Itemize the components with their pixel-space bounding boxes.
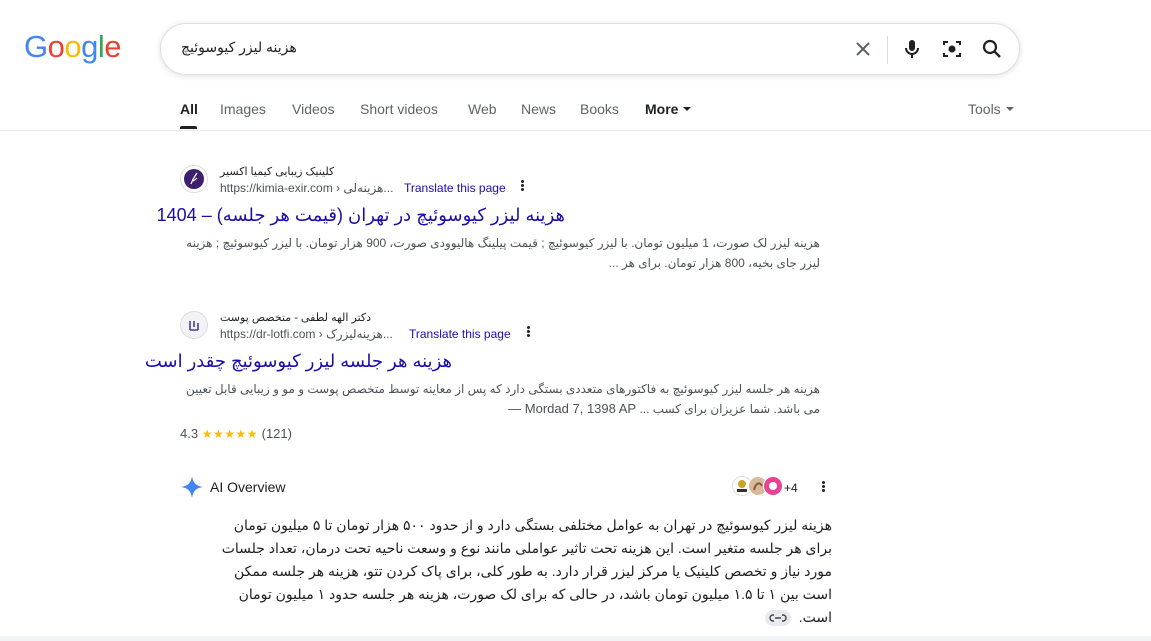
- result-title[interactable]: هزینه هر جلسه لیزر کیوسوئیچ چقدر است: [145, 351, 452, 372]
- search-result: کلینیک زیبایی کیمیا اکسیر https://kimia-…: [157, 165, 830, 285]
- tab-videos[interactable]: Videos: [292, 101, 335, 117]
- kimia-logo-icon: [184, 169, 204, 189]
- search-divider: [887, 36, 888, 64]
- result-snippet-text: هزینه هر جلسه لیزر کیوسوئیچ به فاکتورهای…: [186, 382, 820, 416]
- tab-web[interactable]: Web: [468, 101, 497, 117]
- search-result: دکتر الهه لطفی - متخصص پوست https://dr-l…: [145, 311, 830, 451]
- search-icon[interactable]: [980, 37, 1004, 61]
- clear-icon[interactable]: [851, 37, 875, 61]
- more-options-icon[interactable]: [817, 480, 829, 496]
- site-favicon[interactable]: [180, 311, 208, 339]
- tab-more-label: More: [645, 101, 679, 117]
- search-box[interactable]: هزینه لیزر کیوسوئیچ: [160, 23, 1020, 75]
- translate-link[interactable]: Translate this page: [404, 181, 506, 195]
- logo-letter: G: [24, 29, 48, 64]
- source-link-chip[interactable]: [764, 610, 791, 627]
- tab-more[interactable]: More: [645, 101, 692, 117]
- header-divider: [0, 130, 1151, 131]
- google-logo[interactable]: Google: [24, 29, 122, 65]
- chevron-down-icon: [683, 107, 692, 112]
- chevron-down-icon: [1005, 107, 1014, 112]
- source-avatar: [763, 476, 783, 496]
- microphone-icon[interactable]: [900, 37, 924, 61]
- source-logo-icon: [769, 482, 777, 490]
- ai-overview-header: AI Overview +4: [180, 474, 830, 500]
- logo-letter: o: [64, 29, 82, 64]
- gemini-sparkle-icon: [181, 476, 203, 498]
- logo-letter: o: [47, 29, 65, 64]
- site-name: دکتر الهه لطفی - متخصص پوست: [220, 312, 372, 324]
- rating-value: 4.3: [180, 426, 199, 441]
- logo-letter: e: [104, 29, 122, 64]
- site-url-text: https://kimia-exir.com: [220, 181, 333, 195]
- site-url[interactable]: https://dr-lotfi.com › هزینه‌لیزر‌ک...: [220, 327, 393, 341]
- tab-all[interactable]: All: [180, 101, 198, 117]
- result-rating: 4.3 ★★★★★ (121): [180, 426, 292, 441]
- site-url-path: › هزینه‌لیزر‌ک...: [318, 327, 393, 341]
- dr-lotfi-logo-icon: [189, 321, 199, 331]
- result-title[interactable]: هزینه لیزر کیوسوئیچ در تهران (قیمت هر جل…: [157, 205, 565, 226]
- result-date: Mordad 7, 1398 AP —: [508, 401, 637, 416]
- active-tab-indicator: [180, 126, 197, 129]
- ai-overview-title: AI Overview: [210, 479, 286, 495]
- search-input[interactable]: هزینه لیزر کیوسوئیچ: [181, 39, 297, 56]
- rating-stars: ★★★★★: [201, 427, 258, 441]
- camera-lens-icon[interactable]: [940, 37, 964, 61]
- site-favicon[interactable]: [180, 165, 208, 193]
- site-url[interactable]: https://kimia-exir.com › هزینه‌لی...: [220, 181, 393, 195]
- tab-news[interactable]: News: [521, 101, 556, 117]
- tab-short-videos[interactable]: Short videos: [360, 101, 438, 117]
- tools-label: Tools: [968, 101, 1001, 117]
- tools-button[interactable]: Tools: [968, 101, 1014, 117]
- site-name: کلینیک زیبایی کیمیا اکسیر: [220, 166, 335, 178]
- tab-images[interactable]: Images: [220, 101, 266, 117]
- translate-link[interactable]: Translate this page: [409, 327, 511, 341]
- logo-letter: g: [81, 29, 98, 64]
- ai-overview-body: هزینه لیزر کیوسوئیچ در تهران به عوامل مخ…: [210, 514, 832, 629]
- result-snippet: هزینه لیزر لک صورت، 1 میلیون تومان. با ل…: [186, 236, 820, 270]
- bottom-scroll-strip: [0, 636, 1151, 641]
- more-options-icon[interactable]: [516, 179, 528, 195]
- tab-books[interactable]: Books: [580, 101, 619, 117]
- result-snippet: هزینه هر جلسه لیزر کیوسوئیچ به فاکتورهای…: [180, 379, 820, 419]
- more-options-icon[interactable]: [522, 325, 534, 341]
- site-url-path: › هزینه‌لی...: [336, 181, 394, 195]
- site-url-text: https://dr-lotfi.com: [220, 327, 316, 341]
- link-icon: [769, 614, 787, 622]
- more-sources-count: +4: [784, 481, 798, 495]
- ai-overview-text: هزینه لیزر کیوسوئیچ در تهران به عوامل مخ…: [221, 517, 832, 625]
- review-count: (121): [261, 426, 292, 441]
